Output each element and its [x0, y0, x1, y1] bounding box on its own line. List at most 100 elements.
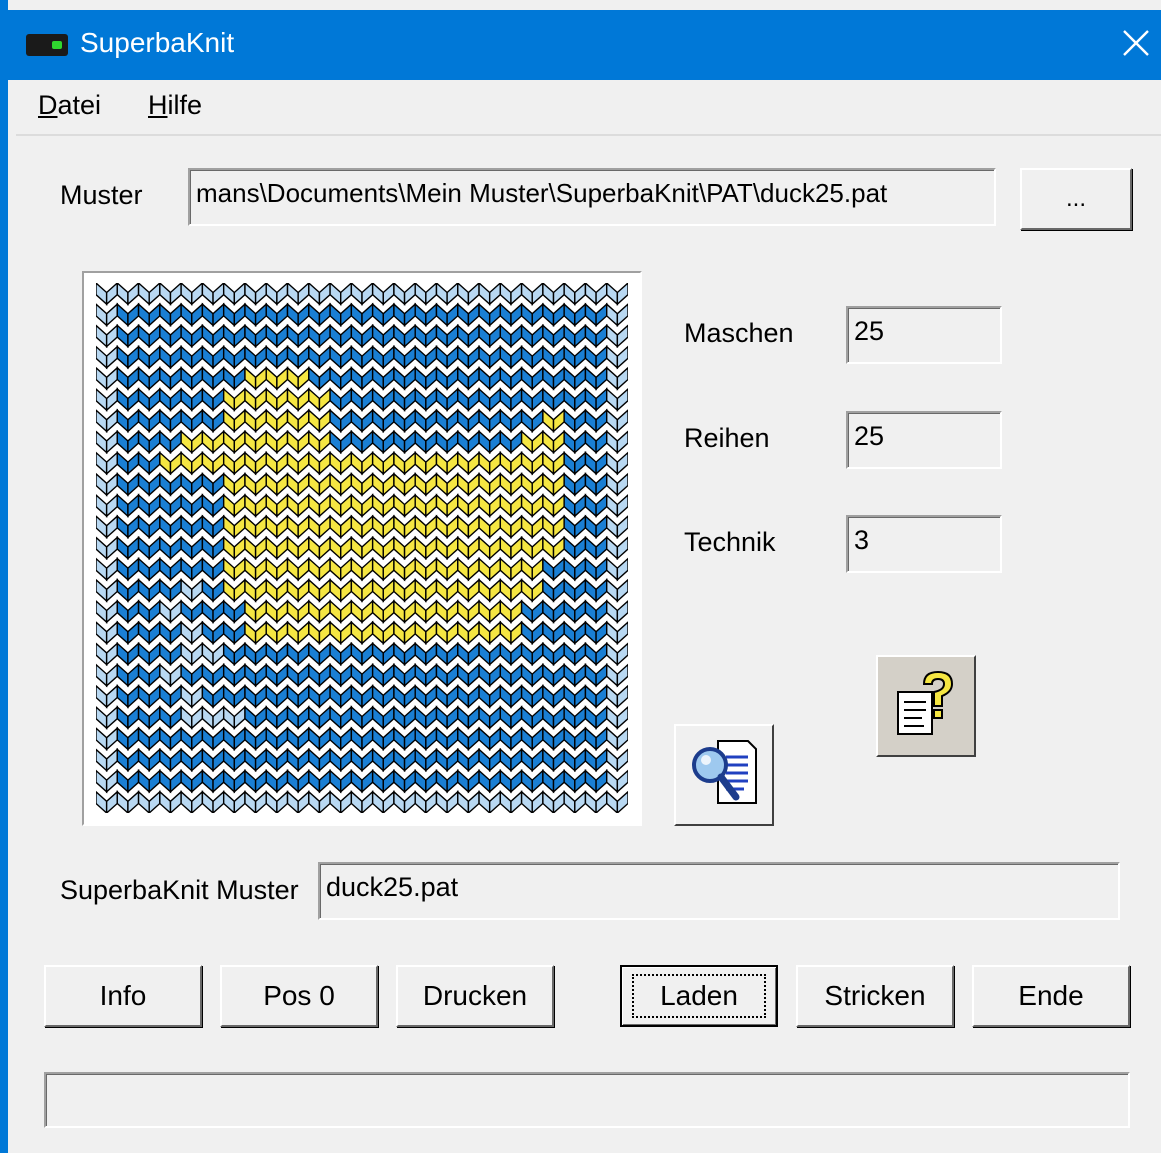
knit-stitch [191, 726, 204, 751]
knit-stitch [499, 620, 512, 645]
knit-stitch [435, 726, 448, 751]
knit-stitch [616, 706, 628, 730]
pos0-button[interactable]: Pos 0 [220, 965, 378, 1027]
knit-stitch [457, 663, 470, 688]
knit-stitch [595, 620, 608, 645]
knit-stitch [595, 599, 608, 624]
knit-stitch [425, 557, 438, 582]
knit-stitch [169, 790, 182, 813]
reihen-field[interactable]: 25 [846, 411, 1002, 469]
laden-button[interactable]: Laden [620, 965, 778, 1027]
knit-stitch [222, 451, 236, 476]
knit-stitch [552, 747, 565, 773]
knit-stitch [616, 451, 628, 476]
close-button[interactable] [1108, 22, 1161, 68]
knit-stitch [403, 472, 416, 497]
knit-stitch [574, 366, 587, 391]
knit-stitch [265, 345, 278, 370]
knit-stitch [531, 514, 544, 539]
maschen-field[interactable]: 25 [846, 306, 1002, 364]
knit-stitch [329, 323, 342, 349]
knit-stitch [574, 514, 587, 539]
knit-stitch [520, 323, 533, 349]
knit-stitch [361, 557, 374, 582]
knit-stitch [499, 578, 512, 603]
muster-path-field[interactable]: mans\Documents\Mein Muster\SuperbaKnit\P… [188, 168, 996, 226]
knit-stitch [180, 366, 193, 391]
knit-stitch [361, 283, 374, 306]
knit-stitch [286, 472, 299, 497]
menu-datei[interactable]: Datei [38, 90, 101, 121]
knit-stitch [478, 345, 491, 370]
knit-stitch [403, 790, 416, 813]
superbaknit-muster-field[interactable]: duck25.pat [318, 862, 1120, 920]
knit-stitch [137, 535, 150, 561]
knit-stitch [435, 451, 448, 476]
knit-stitch [201, 599, 214, 624]
stricken-button[interactable]: Stricken [796, 965, 954, 1027]
knit-stitch [233, 535, 246, 561]
technik-field[interactable]: 3 [846, 515, 1002, 573]
knit-stitch [265, 641, 278, 667]
knit-stitch [96, 345, 108, 370]
knit-stitch [308, 578, 321, 603]
knit-stitch [542, 557, 555, 582]
knit-stitch [180, 726, 193, 751]
knit-stitch [520, 429, 533, 455]
knit-stitch [393, 599, 406, 624]
knit-stitch [201, 747, 214, 773]
knit-stitch [584, 302, 597, 327]
info-button[interactable]: Info [44, 965, 202, 1027]
knit-stitch [552, 493, 565, 518]
knit-stitch [96, 472, 108, 497]
knit-stitch [276, 345, 289, 370]
knit-stitch [584, 514, 597, 539]
knit-stitch [180, 514, 193, 539]
knit-stitch [127, 790, 140, 813]
knit-stitch [329, 387, 342, 412]
knit-stitch [276, 323, 289, 349]
knit-stitch [297, 429, 310, 455]
knit-stitch [499, 663, 512, 688]
knit-stitch [425, 345, 438, 370]
knit-stitch [478, 514, 491, 539]
app-icon [26, 34, 68, 56]
menu-hilfe[interactable]: Hilfe [148, 90, 202, 121]
knit-stitch [531, 283, 544, 306]
knit-stitch [393, 514, 406, 539]
knit-stitch [499, 451, 512, 476]
knit-stitch [254, 663, 267, 688]
title-bar[interactable]: SuperbaKnit [8, 10, 1161, 80]
knit-stitch [308, 429, 321, 455]
knit-stitch [510, 663, 523, 688]
knit-stitch [425, 387, 438, 412]
knit-stitch [425, 578, 438, 603]
knit-stitch [148, 578, 161, 603]
drucken-button[interactable]: Drucken [396, 965, 554, 1027]
knit-stitch [244, 535, 257, 561]
knit-stitch [616, 388, 628, 412]
ende-button[interactable]: Ende [972, 965, 1130, 1027]
knit-stitch [595, 302, 608, 327]
knit-stitch [297, 451, 310, 476]
knit-stitch [478, 663, 491, 688]
knit-stitch [137, 451, 150, 476]
knit-stitch [222, 345, 236, 370]
knit-stitch [105, 641, 118, 667]
knit-stitch [393, 535, 406, 561]
knit-stitch [244, 620, 257, 645]
preview-button[interactable] [674, 724, 774, 826]
status-bar [44, 1072, 1130, 1128]
knit-stitch [574, 472, 587, 497]
knit-stitch [201, 283, 214, 306]
help-button[interactable] [876, 655, 976, 757]
knit-stitch [244, 747, 257, 773]
knit-stitch [286, 769, 299, 794]
knit-stitch [350, 493, 363, 518]
knit-stitch [425, 747, 438, 773]
knit-stitch [616, 472, 628, 497]
browse-button[interactable]: ... [1020, 168, 1132, 230]
knit-stitch [457, 408, 470, 433]
knit-stitch [606, 302, 619, 327]
knit-stitch [488, 514, 502, 539]
